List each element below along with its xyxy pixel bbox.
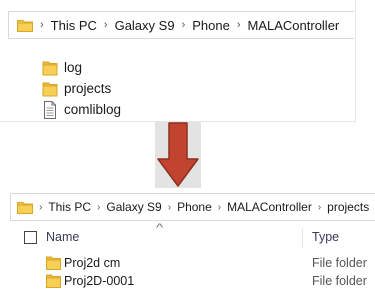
breadcrumb-separator-icon: › bbox=[39, 201, 43, 213]
breadcrumb-galaxy-s9[interactable]: Galaxy S9 bbox=[115, 18, 175, 33]
file-type: File folder bbox=[312, 274, 367, 288]
breadcrumb-malacontroller[interactable]: MALAController bbox=[227, 200, 312, 214]
bottom-explorer-window: › This PC › Galaxy S9 › Phone › MALACont… bbox=[0, 188, 375, 289]
file-name: Proj2d cm bbox=[64, 256, 121, 270]
breadcrumb-separator-icon: › bbox=[181, 19, 186, 31]
breadcrumb-separator-icon: › bbox=[97, 201, 101, 213]
column-type-header[interactable]: Type bbox=[312, 230, 339, 244]
folder-icon bbox=[17, 18, 33, 32]
folder-icon bbox=[42, 81, 60, 97]
table-row[interactable]: Proj2D-0001 File folder bbox=[0, 272, 375, 289]
folder-icon bbox=[42, 60, 60, 76]
folder-icon bbox=[46, 274, 61, 288]
file-name: log bbox=[64, 60, 83, 75]
down-arrow-icon bbox=[155, 122, 201, 188]
breadcrumb-separator-icon: › bbox=[167, 201, 172, 213]
file-type: File folder bbox=[312, 256, 367, 270]
breadcrumb-separator-icon: › bbox=[317, 201, 322, 213]
file-name: projects bbox=[64, 81, 112, 96]
breadcrumb-galaxy-s9[interactable]: Galaxy S9 bbox=[106, 200, 161, 214]
breadcrumb-malacontroller[interactable]: MALAController bbox=[248, 18, 340, 33]
table-row[interactable]: Proj2d cm File folder bbox=[0, 254, 375, 272]
file-list: log projects comliblog bbox=[42, 57, 121, 120]
document-icon bbox=[42, 100, 60, 119]
breadcrumb-phone[interactable]: Phone bbox=[192, 18, 230, 33]
folder-icon bbox=[46, 256, 61, 270]
list-item-comliblog[interactable]: comliblog bbox=[42, 99, 121, 120]
select-all-checkbox[interactable] bbox=[24, 231, 37, 244]
column-header: Name ^ Type bbox=[0, 222, 375, 250]
breadcrumb-phone[interactable]: Phone bbox=[177, 200, 212, 214]
top-explorer-window: › This PC › Galaxy S9 › Phone › MALACont… bbox=[0, 0, 356, 122]
address-bar-bottom[interactable]: › This PC › Galaxy S9 › Phone › MALACont… bbox=[10, 193, 375, 221]
file-name: comliblog bbox=[64, 102, 122, 117]
list-item-projects[interactable]: projects bbox=[42, 78, 121, 99]
breadcrumb-this-pc[interactable]: This PC bbox=[48, 200, 91, 214]
breadcrumb-separator-icon: › bbox=[40, 19, 44, 31]
list-item-log[interactable]: log bbox=[42, 57, 121, 78]
column-name-header[interactable]: Name bbox=[46, 230, 79, 244]
breadcrumb-this-pc[interactable]: This PC bbox=[51, 18, 97, 33]
breadcrumb-separator-icon: › bbox=[217, 201, 222, 213]
address-bar-top[interactable]: › This PC › Galaxy S9 › Phone › MALACont… bbox=[8, 11, 354, 39]
column-divider[interactable] bbox=[302, 228, 303, 248]
file-rows: Proj2d cm File folder Proj2D-0001 File f… bbox=[0, 254, 375, 289]
folder-icon bbox=[17, 200, 33, 214]
file-name: Proj2D-0001 bbox=[64, 274, 135, 288]
breadcrumb-projects[interactable]: projects bbox=[327, 200, 369, 214]
chevron-up-icon: ^ bbox=[155, 222, 164, 234]
breadcrumb-separator-icon: › bbox=[103, 19, 108, 31]
breadcrumb-separator-icon: › bbox=[236, 19, 241, 31]
